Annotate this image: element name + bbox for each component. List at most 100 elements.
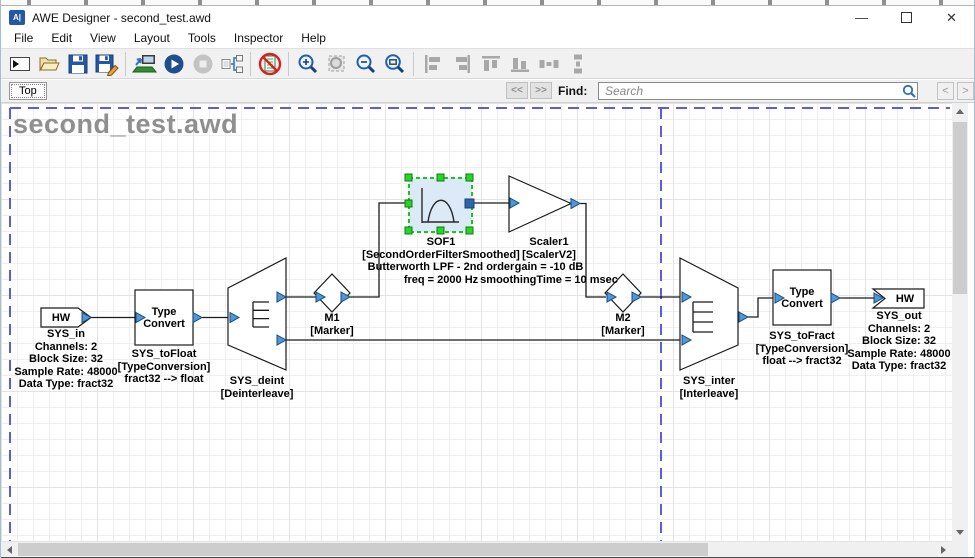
- pin-out[interactable]: [193, 313, 202, 323]
- align-left-button[interactable]: [418, 50, 447, 77]
- caption-line: M1: [292, 312, 372, 325]
- connect-to-target-button[interactable]: [130, 50, 159, 77]
- toolbar-separator: [125, 52, 126, 76]
- vertical-scrollbar-thumb[interactable]: [953, 122, 967, 294]
- save-button[interactable]: [63, 50, 92, 77]
- align-left-icon: [421, 52, 445, 76]
- pin-out[interactable]: [571, 199, 580, 209]
- toolbar-separator: [413, 52, 414, 76]
- caption-sys-deint: SYS_deint [Deinterleave]: [197, 375, 317, 400]
- zoom-fit-icon: [383, 52, 407, 76]
- menu-layout[interactable]: Layout: [125, 28, 179, 48]
- new-design-icon: [8, 52, 32, 76]
- toolbar-separator: [288, 52, 289, 76]
- window-title: AWE Designer - second_test.awd: [32, 11, 211, 25]
- save-icon: [66, 52, 90, 76]
- find-prev-button[interactable]: <: [937, 82, 954, 100]
- new-design-button[interactable]: [5, 50, 34, 77]
- history-back-button[interactable]: <<: [506, 82, 528, 99]
- caption-sys-out: SYS_out Channels: 2 Block Size: 32 Sampl…: [839, 310, 952, 373]
- scroll-up-icon[interactable]: [956, 109, 964, 114]
- save-as-button[interactable]: [92, 50, 121, 77]
- stop-button[interactable]: [188, 50, 217, 77]
- pin-out[interactable]: [465, 199, 474, 208]
- caption-line: SYS_in: [6, 328, 126, 341]
- menu-file[interactable]: File: [5, 28, 42, 48]
- zoom-region-button[interactable]: [322, 50, 351, 77]
- find-next-button[interactable]: >: [957, 82, 974, 100]
- caption-line: Data Type: fract32: [839, 360, 952, 373]
- align-bottom-button[interactable]: [505, 50, 534, 77]
- scroll-right-icon[interactable]: [941, 546, 946, 554]
- design-canvas[interactable]: second_test.awd: [1, 103, 952, 541]
- caption-line: Scaler1: [459, 236, 639, 249]
- pin-out[interactable]: [831, 293, 840, 303]
- app-icon: A|: [9, 10, 25, 25]
- scroll-down-icon[interactable]: [956, 530, 964, 535]
- vertical-scrollbar[interactable]: [952, 103, 968, 541]
- sys-tofract-label: Type Convert: [776, 273, 828, 322]
- caption-line: Block Size: 32: [839, 335, 952, 348]
- close-button[interactable]: ✕: [929, 6, 974, 29]
- menu-inspector[interactable]: Inspector: [225, 28, 292, 48]
- distribute-vertical-button[interactable]: [563, 50, 592, 77]
- sys-out-label: HW: [887, 290, 923, 307]
- distribute-horizontal-button[interactable]: [534, 50, 563, 77]
- horizontal-scrollbar-thumb[interactable]: [18, 543, 708, 556]
- menu-view[interactable]: View: [81, 28, 125, 48]
- hardware-disabled-button[interactable]: [255, 50, 284, 77]
- window-controls: — ✕: [839, 6, 974, 29]
- caption-scaler1: Scaler1 [ScalerV2] gain = -10 dB smoothi…: [459, 236, 639, 286]
- maximize-button[interactable]: [884, 6, 929, 29]
- block-sys-deint[interactable]: [228, 258, 286, 370]
- align-right-icon: [450, 52, 474, 76]
- align-top-button[interactable]: [476, 50, 505, 77]
- horizontal-scrollbar[interactable]: [1, 541, 952, 557]
- caption-line: SYS_out: [839, 310, 952, 323]
- block-m1[interactable]: [314, 274, 350, 312]
- propagate-changes-button[interactable]: [217, 50, 246, 77]
- caption-line: SYS_toFloat: [104, 348, 224, 361]
- open-button[interactable]: [34, 50, 63, 77]
- find-label: Find:: [558, 84, 587, 98]
- block-sof1[interactable]: [405, 174, 474, 234]
- search-icon[interactable]: [902, 84, 917, 99]
- menu-bar: File Edit View Layout Tools Inspector He…: [1, 28, 974, 48]
- zoom-fit-button[interactable]: [380, 50, 409, 77]
- minimize-button[interactable]: —: [839, 6, 884, 29]
- search-input[interactable]: [598, 82, 918, 100]
- toolbar-separator: [250, 52, 251, 76]
- no-hardware-icon: [257, 51, 283, 77]
- caption-sys-inter: SYS_inter [Interleave]: [649, 375, 769, 400]
- menu-edit[interactable]: Edit: [42, 28, 81, 48]
- caption-m1: M1 [Marker]: [292, 312, 372, 337]
- caption-line: gain = -10 dB: [459, 261, 639, 274]
- menu-tools[interactable]: Tools: [179, 28, 225, 48]
- scroll-left-icon[interactable]: [7, 546, 12, 554]
- zoom-out-button[interactable]: [351, 50, 380, 77]
- zoom-out-icon: [354, 52, 378, 76]
- sys-in-label: HW: [43, 309, 79, 326]
- block-sys-inter[interactable]: [680, 258, 748, 370]
- history-forward-button[interactable]: >>: [530, 82, 552, 99]
- zoom-in-icon: [296, 52, 320, 76]
- save-as-icon: [94, 52, 120, 76]
- zoom-region-icon: [325, 52, 349, 76]
- caption-line: SYS_deint: [197, 375, 317, 388]
- caption-line: [Interleave]: [649, 388, 769, 401]
- align-right-button[interactable]: [447, 50, 476, 77]
- tab-bar: Top << >> Find: < >: [1, 80, 974, 103]
- sys-tofloat-label: Type Convert: [138, 293, 190, 342]
- distribute-horizontal-icon: [537, 52, 561, 76]
- caption-line: [Marker]: [292, 325, 372, 338]
- caption-m2: M2 [Marker]: [583, 312, 663, 337]
- zoom-in-button[interactable]: [293, 50, 322, 77]
- block-scaler1[interactable]: [509, 176, 580, 232]
- wire-inter-tofract[interactable]: [748, 298, 775, 317]
- align-top-icon: [479, 52, 503, 76]
- run-button[interactable]: [159, 50, 188, 77]
- pin-out[interactable]: [739, 312, 748, 322]
- caption-line: [Deinterleave]: [197, 388, 317, 401]
- tab-top[interactable]: Top: [9, 82, 47, 100]
- menu-help[interactable]: Help: [292, 28, 335, 48]
